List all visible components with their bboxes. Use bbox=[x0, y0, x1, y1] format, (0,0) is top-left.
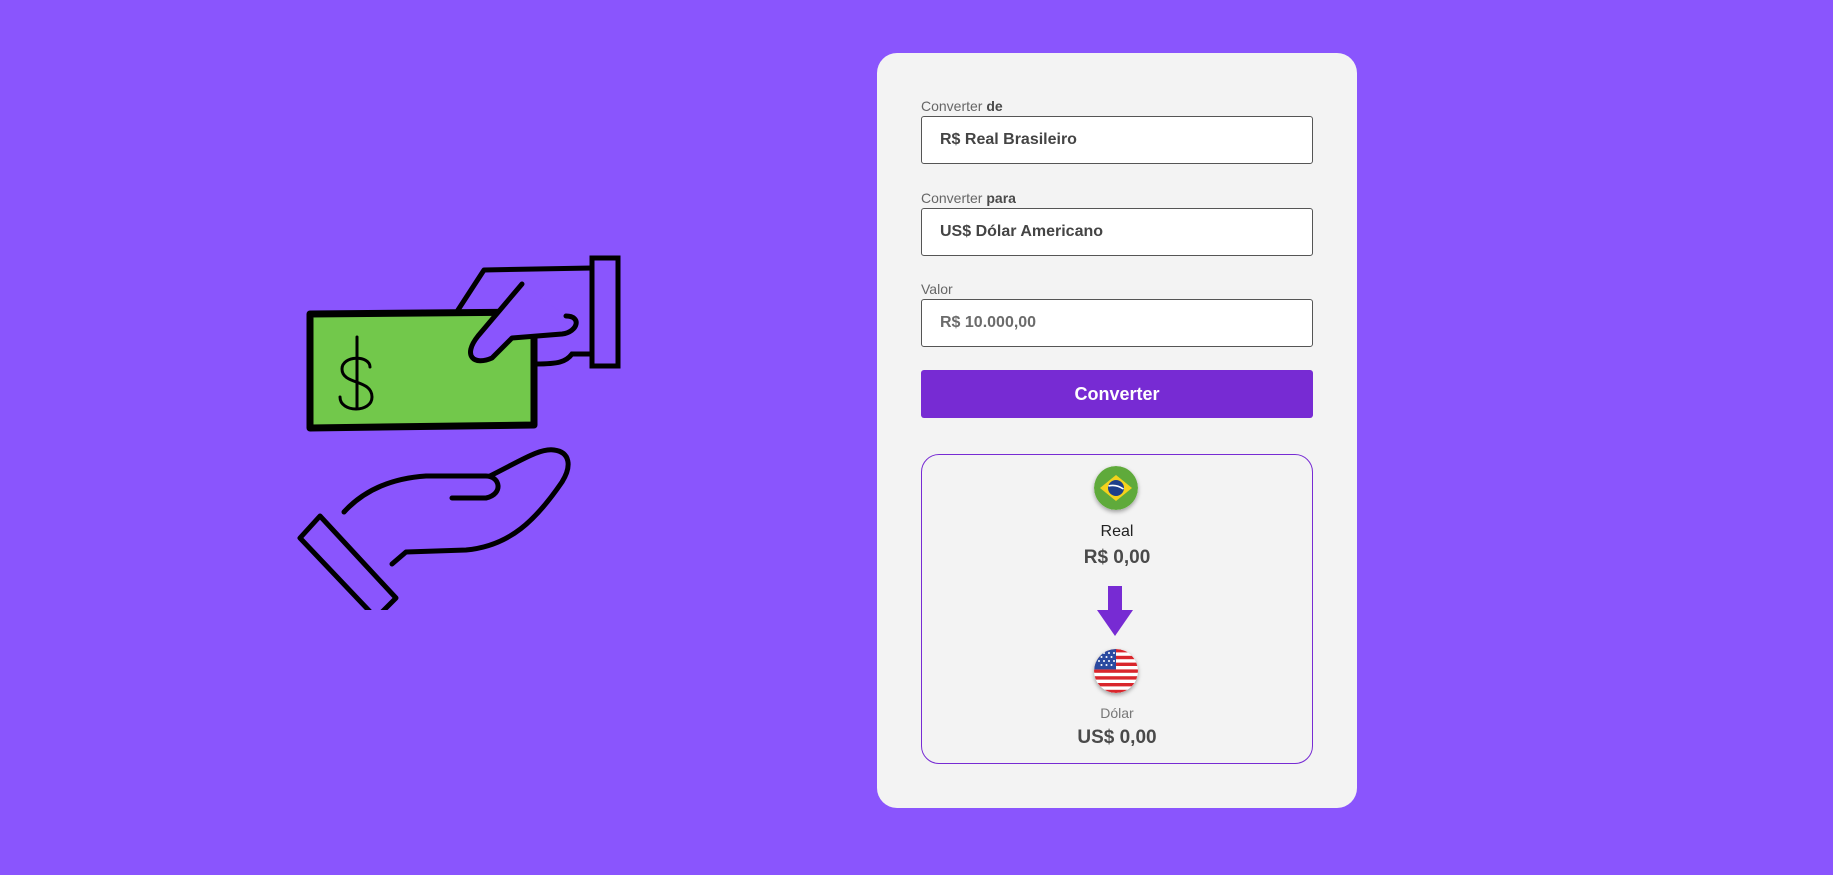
brazil-flag-icon bbox=[1094, 466, 1138, 510]
arrow-down-icon bbox=[1097, 586, 1133, 636]
money-hands-illustration bbox=[296, 250, 636, 621]
amount-label: Valor bbox=[921, 281, 953, 297]
convert-button[interactable]: Converter bbox=[921, 370, 1313, 418]
result-panel: Real R$ 0,00 Dólar US$ 0,00 bbox=[921, 454, 1313, 764]
from-currency-value: R$ Real Brasileiro bbox=[940, 131, 1077, 148]
from-currency-label: Converter de bbox=[921, 98, 1003, 114]
from-currency-select[interactable]: R$ Real Brasileiro bbox=[921, 116, 1313, 164]
to-currency-value: US$ Dólar Americano bbox=[940, 223, 1104, 240]
amount-input[interactable] bbox=[921, 299, 1313, 347]
to-currency-label: Converter para bbox=[921, 190, 1016, 206]
to-currency-amount: US$ 0,00 bbox=[1077, 727, 1157, 748]
to-currency-select[interactable]: US$ Dólar Americano bbox=[921, 208, 1313, 256]
from-currency-amount: R$ 0,00 bbox=[1083, 547, 1151, 568]
converter-card: Converter de R$ Real Brasileiro Converte… bbox=[877, 53, 1357, 808]
to-currency-name: Dólar bbox=[1100, 705, 1134, 721]
from-currency-name: Real bbox=[1100, 523, 1134, 540]
usa-flag-icon bbox=[1094, 649, 1138, 693]
